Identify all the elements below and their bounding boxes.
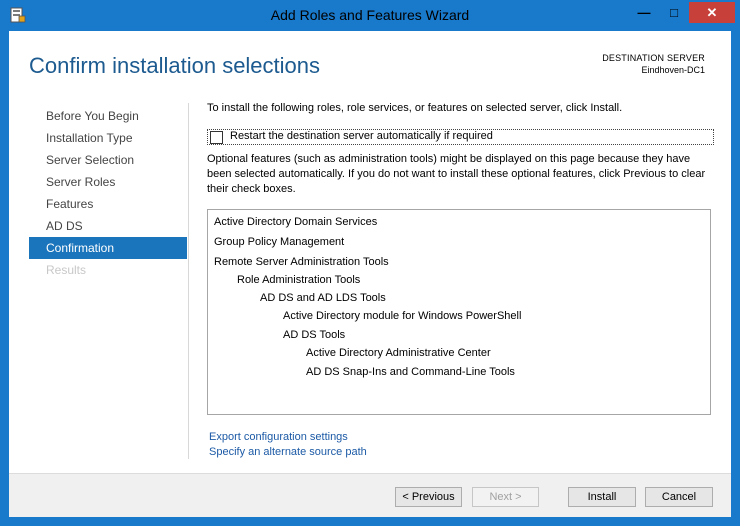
nav-item-ad-ds[interactable]: AD DS bbox=[29, 215, 187, 237]
nav-item-confirmation[interactable]: Confirmation bbox=[29, 237, 187, 259]
destination-server-label: DESTINATION SERVER bbox=[602, 53, 705, 63]
page-title: Confirm installation selections bbox=[29, 53, 321, 78]
alternate-source-path-link[interactable]: Specify an alternate source path bbox=[209, 445, 367, 460]
wizard-nav: Before You Begin Installation Type Serve… bbox=[29, 105, 187, 281]
selections-list[interactable]: Active Directory Domain Services Group P… bbox=[207, 209, 711, 415]
main-content: To install the following roles, role ser… bbox=[207, 101, 717, 458]
close-icon: ✕ bbox=[706, 4, 718, 20]
nav-item-features[interactable]: Features bbox=[29, 193, 187, 215]
maximize-button[interactable]: □ bbox=[659, 2, 689, 23]
restart-checkbox[interactable] bbox=[210, 131, 223, 144]
nav-item-before-you-begin[interactable]: Before You Begin bbox=[29, 105, 187, 127]
list-item: Active Directory Domain Services bbox=[214, 216, 378, 228]
wizard-footer: < Previous Next > Install Cancel bbox=[9, 474, 731, 517]
nav-item-server-selection[interactable]: Server Selection bbox=[29, 149, 187, 171]
nav-divider bbox=[188, 103, 189, 459]
destination-server-name: Eindhoven-DC1 bbox=[641, 65, 705, 75]
list-item: Role Administration Tools bbox=[237, 274, 361, 286]
optional-features-text: Optional features (such as administratio… bbox=[207, 153, 706, 195]
links-area: Export configuration settings Specify an… bbox=[209, 430, 367, 460]
list-item: Active Directory module for Windows Powe… bbox=[283, 310, 522, 322]
list-item: Remote Server Administration Tools bbox=[214, 256, 389, 268]
export-configuration-link[interactable]: Export configuration settings bbox=[209, 430, 367, 445]
caption-buttons: — □ ✕ bbox=[629, 2, 735, 24]
intro-text: To install the following roles, role ser… bbox=[207, 102, 623, 114]
wizard-window: Add Roles and Features Wizard — □ ✕ Conf… bbox=[0, 0, 740, 526]
minimize-icon: — bbox=[637, 5, 651, 20]
maximize-icon: □ bbox=[670, 5, 678, 20]
nav-item-installation-type[interactable]: Installation Type bbox=[29, 127, 187, 149]
previous-button[interactable]: < Previous bbox=[395, 487, 462, 507]
restart-checkbox-label[interactable]: Restart the destination server automatic… bbox=[230, 130, 493, 142]
cancel-button[interactable]: Cancel bbox=[645, 487, 713, 507]
minimize-button[interactable]: — bbox=[629, 2, 659, 23]
next-button: Next > bbox=[472, 487, 539, 507]
nav-item-server-roles[interactable]: Server Roles bbox=[29, 171, 187, 193]
list-item: AD DS and AD LDS Tools bbox=[260, 292, 386, 304]
restart-checkbox-row[interactable]: Restart the destination server automatic… bbox=[207, 129, 714, 145]
wizard-client-area: Confirm installation selections DESTINAT… bbox=[9, 31, 731, 517]
close-button[interactable]: ✕ bbox=[689, 2, 735, 23]
list-item: AD DS Tools bbox=[283, 329, 346, 341]
list-item: Active Directory Administrative Center bbox=[306, 347, 491, 359]
install-button[interactable]: Install bbox=[568, 487, 636, 507]
title-bar[interactable]: Add Roles and Features Wizard — □ ✕ bbox=[1, 1, 739, 31]
list-item: Group Policy Management bbox=[214, 236, 345, 248]
list-item: AD DS Snap-Ins and Command-Line Tools bbox=[306, 366, 515, 378]
nav-item-results: Results bbox=[46, 263, 87, 277]
